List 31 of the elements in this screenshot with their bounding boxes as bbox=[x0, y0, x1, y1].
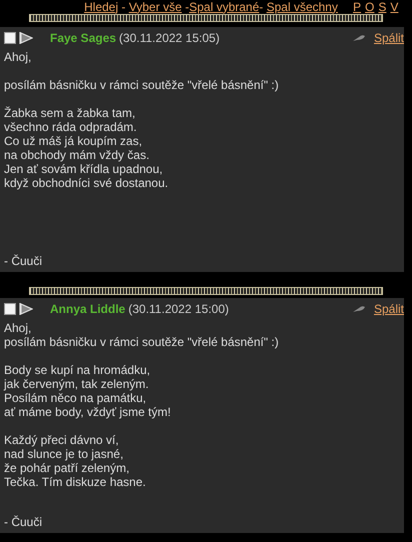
burn-link[interactable]: Spálit bbox=[374, 31, 404, 45]
feather-icon bbox=[352, 305, 365, 313]
author-name: Annya Liddle bbox=[50, 302, 126, 316]
post-date: (30.11.2022 15:05) bbox=[119, 31, 220, 45]
burn-link[interactable]: Spálit bbox=[374, 302, 404, 316]
separator: - bbox=[259, 0, 264, 14]
letter-link[interactable]: P bbox=[353, 0, 362, 14]
poem-paragraph: Body se kupí na hromádku, jak červeným, tak zeleným. Posílám něco na památku, ať máme body, vždyť jsme tým! bbox=[4, 363, 172, 419]
letter-link[interactable]: V bbox=[390, 0, 398, 14]
poem-paragraph: Každý přeci dávno ví, nad slunce je to jasné, že pohár patří zeleným, Tečka. Tím diskuze hasne. bbox=[4, 433, 147, 489]
feather-icon bbox=[352, 34, 365, 42]
nav-link[interactable]: Vyber vše bbox=[128, 0, 182, 14]
nav-link[interactable]: Spal vybrané bbox=[189, 0, 260, 14]
nav-link[interactable]: Hledej bbox=[84, 0, 118, 14]
post-date: (30.11.2022 15:00) bbox=[128, 302, 229, 316]
checkbox[interactable] bbox=[4, 32, 16, 44]
signature: - Čuuči bbox=[4, 254, 44, 268]
checkbox[interactable] bbox=[4, 303, 16, 315]
nav-link[interactable]: Spal všechny bbox=[266, 0, 338, 14]
letter-link[interactable]: O bbox=[365, 0, 374, 14]
separator: - bbox=[120, 0, 126, 14]
author-name: Faye Sages bbox=[50, 31, 116, 45]
poem-paragraph: Ahoj, bbox=[4, 50, 32, 64]
letter-link[interactable]: S bbox=[378, 0, 386, 14]
poem-paragraph: posílám básničku v rámci soutěže "vřelé básnění" :) bbox=[4, 78, 280, 92]
flag-icon bbox=[19, 303, 33, 315]
flag-icon bbox=[19, 32, 33, 44]
poem-paragraph: Ahoj, posílám básničku v rámci soutěže "vřelé básnění" :) bbox=[4, 321, 280, 349]
signature: - Čuuči bbox=[4, 515, 44, 529]
poem-paragraph: Žabka sem a žabka tam, všechno ráda odpradám. Co už máš já koupím zas, na obchody mám vždy čas. Jen ať sovám křídla upadnou, když obchodníci své dostanou. bbox=[4, 106, 170, 190]
separator: - bbox=[184, 0, 190, 14]
